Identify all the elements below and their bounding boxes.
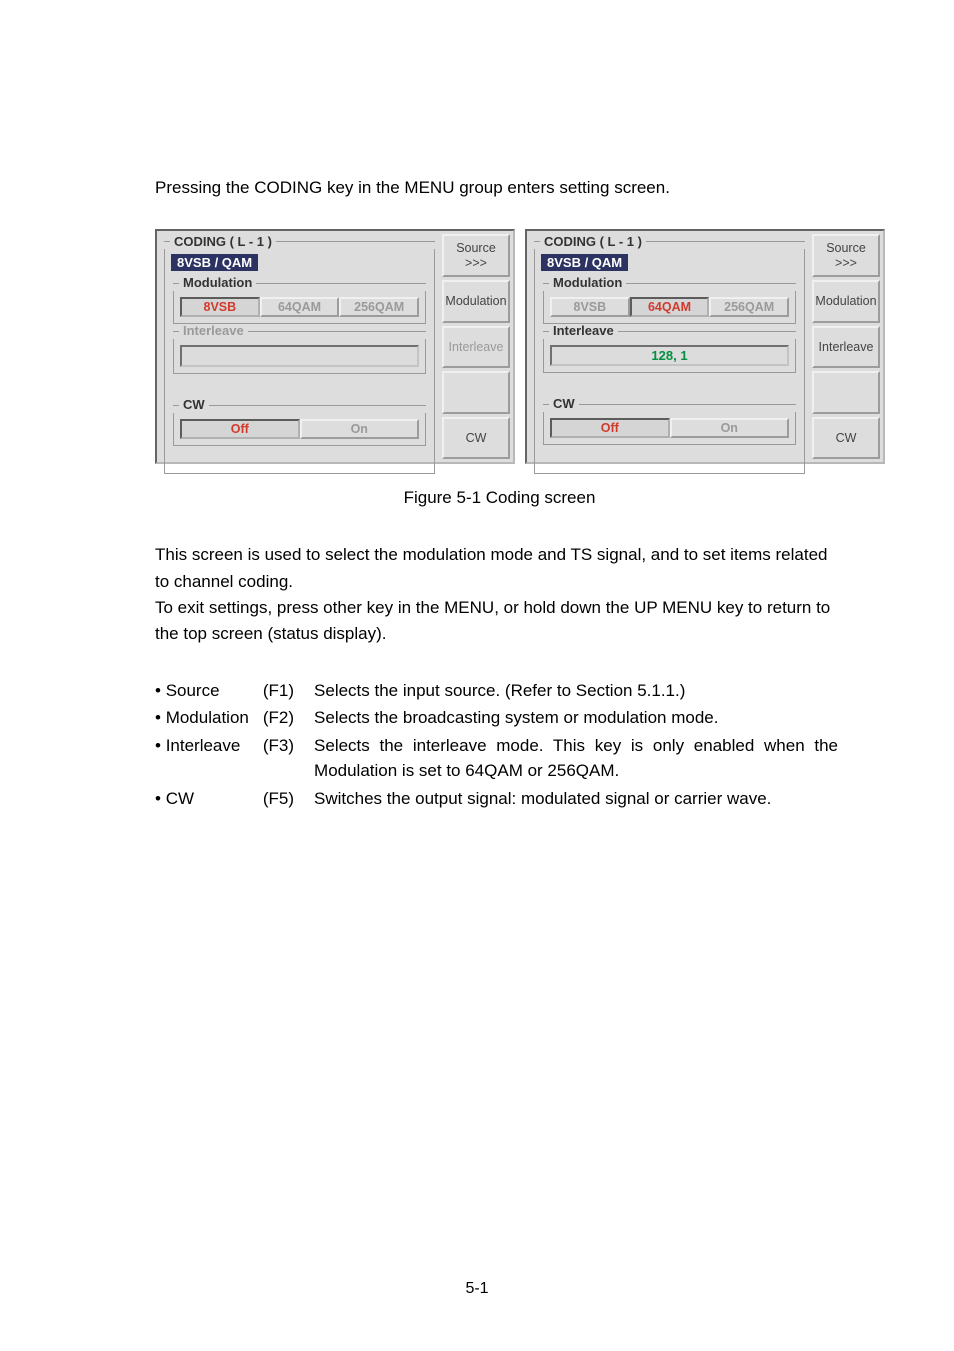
cw-button[interactable]: CW <box>442 417 510 460</box>
cw-button-r[interactable]: CW <box>812 417 880 460</box>
def-fkey: (F5) <box>255 786 314 814</box>
def-name: • CW <box>155 786 255 814</box>
mod-8vsb[interactable]: 8VSB <box>180 297 260 317</box>
body-paragraph-1: This screen is used to select the modula… <box>155 542 844 595</box>
modulation-selector[interactable]: 8VSB 64QAM 256QAM <box>180 297 419 317</box>
interleave-readout: 128, 1 <box>550 345 789 366</box>
interleave-group-label: Interleave <box>179 323 248 338</box>
cw-on[interactable]: On <box>300 419 420 439</box>
def-desc: Selects the interleave mode. This key is… <box>314 733 844 786</box>
table-row: • Source (F1) Selects the input source. … <box>155 678 844 706</box>
source-button-r[interactable]: Source >>> <box>812 234 880 277</box>
blank-button-r <box>812 371 880 414</box>
source-label: Source <box>456 241 496 255</box>
chevron-right-icon: >>> <box>465 256 487 270</box>
def-desc: Selects the broadcasting system or modul… <box>314 705 844 733</box>
cw-selector-r[interactable]: Off On <box>550 418 789 438</box>
coding-title-r: CODING ( L - 1 ) <box>540 234 646 249</box>
modulation-group-label: Modulation <box>179 275 256 290</box>
def-desc: Selects the input source. (Refer to Sect… <box>314 678 844 706</box>
modulation-button-r[interactable]: Modulation <box>812 280 880 323</box>
modulation-button[interactable]: Modulation <box>442 280 510 323</box>
page: Pressing the CODING key in the MENU grou… <box>0 0 954 853</box>
def-name: • Source <box>155 678 255 706</box>
figure-caption: Figure 5-1 Coding screen <box>155 488 844 508</box>
panel-right-frame: CODING ( L - 1 ) 8VSB / QAM Modulation 8… <box>525 229 885 464</box>
interleave-button-disabled: Interleave <box>442 326 510 369</box>
cw-group-label-r: CW <box>549 396 579 411</box>
cw-off[interactable]: Off <box>180 419 300 439</box>
mod-64qam-r[interactable]: 64QAM <box>630 297 710 317</box>
cw-group-label: CW <box>179 397 209 412</box>
interleave-group-label-r: Interleave <box>549 323 618 338</box>
mod-8vsb-r[interactable]: 8VSB <box>550 297 630 317</box>
cw-selector[interactable]: Off On <box>180 419 419 439</box>
interleave-readout-empty <box>180 345 419 367</box>
mod-256qam-r[interactable]: 256QAM <box>709 297 789 317</box>
cw-on-r[interactable]: On <box>670 418 790 438</box>
coding-title: CODING ( L - 1 ) <box>170 234 276 249</box>
panel-left-frame: CODING ( L - 1 ) 8VSB / QAM Modulation 8… <box>155 229 515 464</box>
source-label-r: Source <box>826 241 866 255</box>
def-fkey: (F3) <box>255 733 314 786</box>
def-fkey: (F1) <box>255 678 314 706</box>
cw-off-r[interactable]: Off <box>550 418 670 438</box>
interleave-button-r[interactable]: Interleave <box>812 326 880 369</box>
figure-container: CODING ( L - 1 ) 8VSB / QAM Modulation 8… <box>155 229 844 464</box>
modulation-group-label-r: Modulation <box>549 275 626 290</box>
chevron-right-icon-r: >>> <box>835 256 857 270</box>
table-row: • CW (F5) Switches the output signal: mo… <box>155 786 844 814</box>
intro-paragraph: Pressing the CODING key in the MENU grou… <box>155 175 844 201</box>
mode-tag: 8VSB / QAM <box>171 254 258 271</box>
mode-tag-r: 8VSB / QAM <box>541 254 628 271</box>
def-name: • Interleave <box>155 733 255 786</box>
def-name: • Modulation <box>155 705 255 733</box>
table-row: • Interleave (F3) Selects the interleave… <box>155 733 844 786</box>
page-number: 5-1 <box>0 1280 954 1298</box>
table-row: • Modulation (F2) Selects the broadcasti… <box>155 705 844 733</box>
modulation-selector-r[interactable]: 8VSB 64QAM 256QAM <box>550 297 789 317</box>
definitions-table: • Source (F1) Selects the input source. … <box>155 678 844 814</box>
mod-64qam[interactable]: 64QAM <box>260 297 340 317</box>
def-fkey: (F2) <box>255 705 314 733</box>
mod-256qam[interactable]: 256QAM <box>339 297 419 317</box>
body-paragraph-2: To exit settings, press other key in the… <box>155 595 844 648</box>
source-button[interactable]: Source >>> <box>442 234 510 277</box>
blank-button <box>442 371 510 414</box>
def-desc: Switches the output signal: modulated si… <box>314 786 844 814</box>
